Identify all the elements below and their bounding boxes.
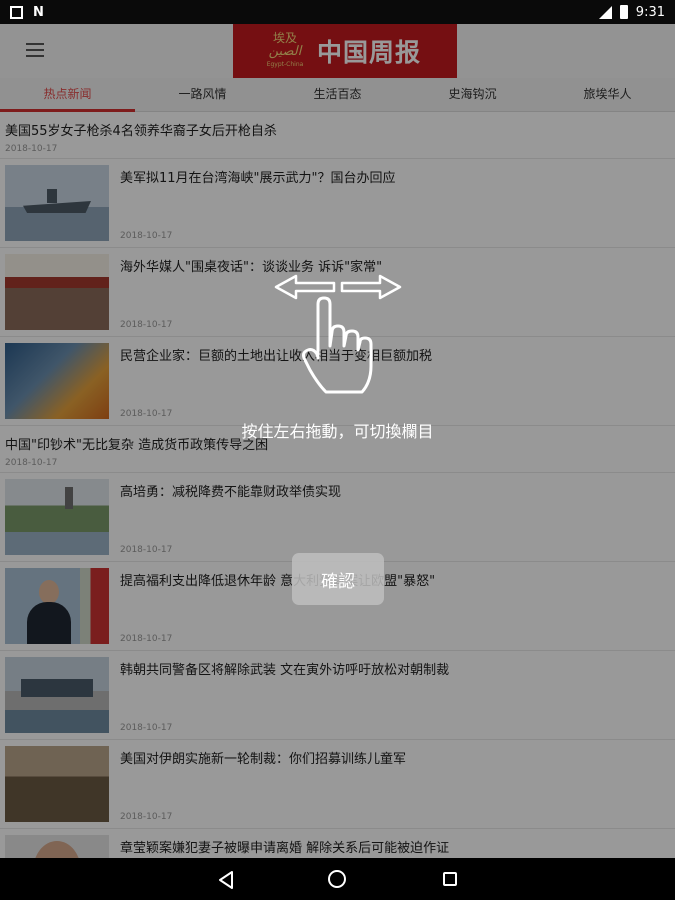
- battery-icon: [619, 5, 628, 19]
- back-icon[interactable]: [218, 871, 234, 889]
- confirm-button[interactable]: 確認: [292, 553, 384, 605]
- status-time: 9:31: [635, 4, 665, 20]
- signal-icon: [598, 5, 612, 19]
- status-bar: N 9:31: [0, 0, 675, 24]
- system-nav-bar: [0, 858, 675, 900]
- notification-square-icon: [10, 5, 23, 19]
- notification-n-icon: N: [33, 4, 44, 20]
- swipe-hint-text: 按住左右拖動，可切換欄目: [241, 422, 434, 441]
- recent-apps-icon[interactable]: [443, 872, 457, 886]
- home-icon[interactable]: [328, 870, 346, 888]
- hand-pointer-icon: [302, 296, 373, 394]
